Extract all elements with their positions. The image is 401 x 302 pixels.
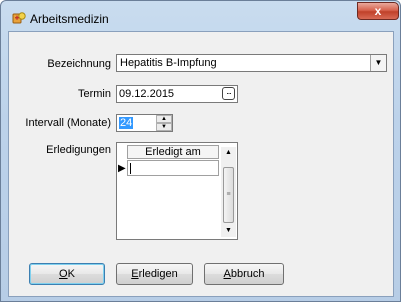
erledigungen-grid[interactable]: Erledigt am ▶ ▲ ≡ ▼ <box>116 142 238 240</box>
abbruch-button[interactable]: Abbruch <box>204 263 284 285</box>
spin-up-icon[interactable]: ▲ <box>156 115 172 123</box>
title-bar[interactable]: Arbeitsmedizin x <box>1 1 400 31</box>
row-selector-icon[interactable]: ▶ <box>118 162 126 176</box>
grid-corner <box>117 143 127 159</box>
window-title: Arbeitsmedizin <box>30 12 109 26</box>
erledigen-button[interactable]: Erledigen <box>116 263 193 285</box>
ok-button[interactable]: OK <box>29 263 105 285</box>
erledigen-label: rledigen <box>138 268 178 280</box>
calendar-icon[interactable]: ... <box>222 87 235 100</box>
termin-date-field[interactable]: 09.12.2015 ... <box>116 85 238 103</box>
intervall-stepper[interactable]: 24 ▲ ▼ <box>116 114 173 132</box>
bezeichnung-dropdown[interactable]: Hepatitis B-Impfung ▼ <box>116 54 387 72</box>
app-icon <box>12 12 26 24</box>
erledigungen-label: Erledigungen <box>46 144 111 156</box>
spin-down-icon[interactable]: ▼ <box>156 123 172 131</box>
bezeichnung-value: Hepatitis B-Impfung <box>120 57 217 69</box>
scrollbar-thumb[interactable]: ≡ <box>223 167 234 223</box>
erledigt-am-cell[interactable] <box>127 160 219 176</box>
close-icon: x <box>374 4 382 18</box>
ok-accel: O <box>59 268 68 280</box>
text-caret <box>130 163 131 174</box>
abbruch-accel: A <box>223 268 231 280</box>
termin-value: 09.12.2015 <box>119 88 175 100</box>
chevron-down-icon[interactable]: ▼ <box>370 55 386 71</box>
erledigen-accel: E <box>131 268 139 280</box>
scroll-up-icon[interactable]: ▲ <box>221 147 236 159</box>
intervall-label: Intervall (Monate) <box>25 117 111 129</box>
close-button[interactable]: x <box>357 2 399 20</box>
grid-vertical-scrollbar[interactable]: ▲ ≡ ▼ <box>221 147 236 237</box>
bezeichnung-label: Bezeichnung <box>47 58 111 70</box>
abbruch-label: bbruch <box>230 268 265 280</box>
stepper-buttons: ▲ ▼ <box>156 115 172 131</box>
intervall-value[interactable]: 24 <box>119 117 134 129</box>
scroll-down-icon[interactable]: ▼ <box>221 225 236 237</box>
dialog-window: Arbeitsmedizin x Bezeichnung Hepatitis B… <box>0 0 401 302</box>
ok-label: K <box>67 268 75 280</box>
dialog-client-area: Bezeichnung Hepatitis B-Impfung ▼ Termin… <box>8 31 394 297</box>
termin-label: Termin <box>77 88 111 100</box>
column-header-erledigt-am[interactable]: Erledigt am <box>127 145 219 159</box>
